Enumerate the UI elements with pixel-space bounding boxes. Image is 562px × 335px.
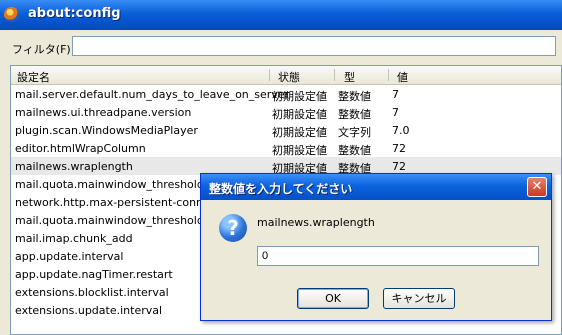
dialog-titlebar[interactable]: 整数値を入力してください ✕ <box>201 174 551 200</box>
pref-type: 整数値 <box>338 144 371 157</box>
table-row[interactable]: plugin.scan.WindowsMediaPlayer 初期設定値 文字列 7.… <box>11 121 561 139</box>
column-divider[interactable] <box>269 69 270 81</box>
window-titlebar[interactable]: about:config <box>0 0 562 30</box>
pref-status: 初期設定値 <box>272 144 327 157</box>
column-header-name[interactable]: 設定名 <box>17 69 50 85</box>
dialog-title: 整数値を入力してください <box>209 182 353 196</box>
column-divider[interactable] <box>334 69 335 81</box>
pref-value: 7 <box>392 106 399 119</box>
close-button[interactable]: ✕ <box>527 177 547 197</box>
pref-name: mail.server.default.num_days_to_leave_on… <box>15 88 290 101</box>
filter-label: フィルタ(F): <box>12 43 75 56</box>
integer-input-dialog: 整数値を入力してください ✕ ? mailnews.wraplength OK … <box>200 173 552 321</box>
table-row[interactable]: editor.htmlWrapColumn 初期設定値 整数値 72 <box>11 139 561 157</box>
table-row[interactable]: mailnews.ui.threadpane.version 初期設定値 整数値 7 <box>11 103 561 121</box>
pref-status: 初期設定値 <box>272 108 327 121</box>
pref-name: mailnews.ui.threadpane.version <box>15 106 192 119</box>
filter-input[interactable] <box>72 36 556 56</box>
pref-name: app.update.interval <box>15 250 124 263</box>
pref-name: extensions.blocklist.interval <box>15 286 169 299</box>
pref-value: 72 <box>392 142 406 155</box>
thunderbird-icon <box>4 7 19 22</box>
pref-value: 72 <box>392 160 406 173</box>
column-header-type[interactable]: 型 <box>344 69 355 85</box>
pref-name: mail.imap.chunk_add <box>15 232 133 245</box>
integer-value-input[interactable] <box>257 246 539 266</box>
pref-value: 7.0 <box>392 124 410 137</box>
pref-type: 整数値 <box>338 108 371 121</box>
pref-type: 文字列 <box>338 126 371 139</box>
pref-name: extensions.update.interval <box>15 304 163 317</box>
pref-name: plugin.scan.WindowsMediaPlayer <box>15 124 198 137</box>
column-header-value[interactable]: 値 <box>397 69 408 85</box>
cancel-button[interactable]: キャンセル <box>383 288 455 309</box>
pref-status: 初期設定値 <box>272 126 327 139</box>
pref-name: network.http.max-persistent-connect <box>15 196 221 209</box>
window-title: about:config <box>28 6 121 21</box>
list-header: 設定名 状態 型 値 <box>11 66 561 85</box>
column-divider[interactable] <box>388 69 389 81</box>
dialog-prompt: mailnews.wraplength <box>257 216 375 229</box>
column-header-status[interactable]: 状態 <box>278 69 300 85</box>
pref-type: 整数値 <box>338 90 371 103</box>
pref-value: 7 <box>392 88 399 101</box>
pref-name: app.update.nagTimer.restart <box>15 268 173 281</box>
pref-status: 初期設定値 <box>272 90 327 103</box>
table-row[interactable]: mail.server.default.num_days_to_leave_on… <box>11 85 561 103</box>
ok-button[interactable]: OK <box>297 288 369 309</box>
pref-name: mailnews.wraplength <box>15 160 133 173</box>
pref-name: editor.htmlWrapColumn <box>15 142 146 155</box>
question-icon: ? <box>219 214 247 242</box>
